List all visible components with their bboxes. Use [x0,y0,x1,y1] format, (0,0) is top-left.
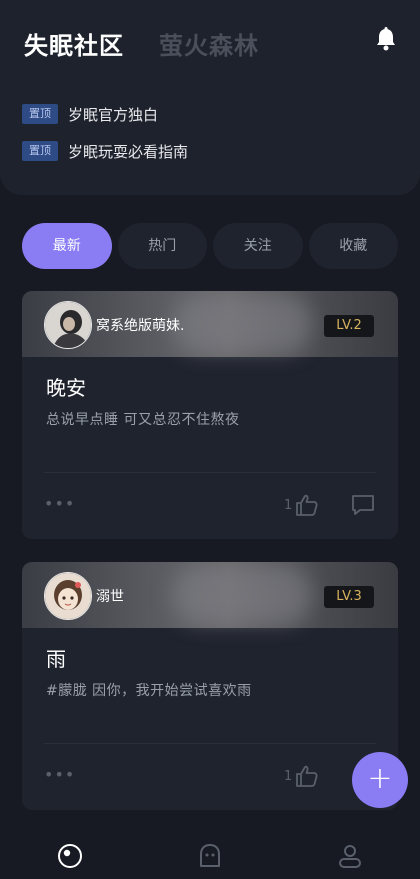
comment-icon[interactable] [350,492,376,518]
avatar[interactable] [44,301,92,349]
username[interactable]: 溺世 [96,586,124,606]
bottom-nav [0,830,420,879]
username[interactable]: 窝系绝版萌妹. [96,315,184,335]
thumbs-up-icon[interactable] [294,763,320,789]
divider [44,472,376,473]
ghost-icon[interactable] [196,842,224,870]
tab-firefly-forest[interactable]: 萤火森林 [159,26,259,61]
post-body: #朦胧 因你，我开始尝试喜欢雨 [46,683,252,699]
bell-icon[interactable] [372,25,400,53]
pinned-badge: 置顶 [22,141,58,161]
avatar[interactable] [44,572,92,620]
more-options-icon[interactable]: ••• [44,494,75,513]
tab-insomnia-community[interactable]: 失眠社区 [24,26,124,61]
thumbs-up-icon[interactable] [294,492,320,518]
post-card[interactable]: 窝系绝版萌妹. LV.2 晚安 总说早点睡 可又总忍不住熬夜 ••• 1 [22,291,398,539]
level-badge: LV.2 [324,315,374,337]
pinned-post[interactable]: 置顶 岁眠玩耍必看指南 [22,140,188,162]
pinned-badge: 置顶 [22,104,58,124]
post-title: 晚安 [46,376,86,400]
post-card[interactable]: 溺世 LV.3 雨 #朦胧 因你，我开始尝试喜欢雨 ••• 1 [22,562,398,810]
new-post-button[interactable]: + [352,752,408,808]
tab-latest[interactable]: 最新 [22,223,112,269]
profile-icon[interactable] [336,842,364,870]
header-panel: 失眠社区 萤火森林 置顶 岁眠官方独白 置顶 岁眠玩耍必看指南 [0,0,420,195]
like-count: 1 [284,769,293,784]
pinned-post-title: 岁眠官方独白 [68,105,159,124]
planet-icon[interactable] [56,842,84,870]
tab-following[interactable]: 关注 [213,223,303,269]
pinned-post[interactable]: 置顶 岁眠官方独白 [22,103,158,125]
post-title: 雨 [46,647,66,671]
like-count: 1 [284,498,293,513]
more-options-icon[interactable]: ••• [44,765,75,784]
divider [44,743,376,744]
tab-favorites[interactable]: 收藏 [308,223,398,269]
tab-hot[interactable]: 热门 [117,223,207,269]
level-badge: LV.3 [324,586,374,608]
post-body: 总说早点睡 可又总忍不住熬夜 [46,412,240,428]
filter-tabs: 最新 热门 关注 收藏 [22,223,398,269]
pinned-post-title: 岁眠玩耍必看指南 [68,142,189,161]
